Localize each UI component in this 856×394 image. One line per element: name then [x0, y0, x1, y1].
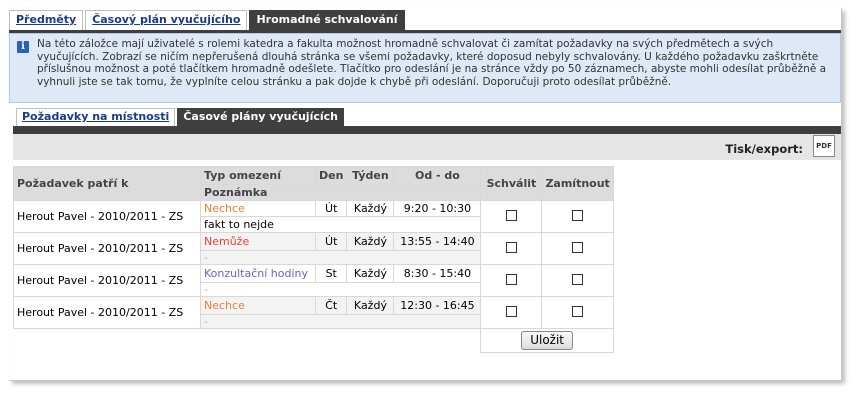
- submit-spacer: [13, 328, 482, 353]
- top-tabs: Předměty Časový plán vyučujícího Hromadn…: [9, 10, 407, 30]
- tab-pozadavky-mistnosti[interactable]: Požadavky na místnosti: [16, 108, 176, 126]
- row-week: Každý: [346, 232, 395, 251]
- reject-cell: [541, 296, 614, 329]
- info-box: i Na této záložce mají uživatelé s rolem…: [9, 33, 841, 103]
- row-time: 8:30 - 15:40: [393, 264, 482, 283]
- row-time: 13:55 - 14:40: [393, 232, 482, 251]
- tab-predmety[interactable]: Předměty: [9, 10, 84, 30]
- requests-table: Požadavek patří k Typ omezení Den Týden …: [13, 166, 614, 353]
- row-week: Každý: [346, 200, 395, 217]
- header-week: Týden: [346, 166, 395, 185]
- row-note: -: [199, 282, 482, 297]
- row-owner: Herout Pavel - 2010/2011 - ZS: [13, 200, 201, 233]
- reject-checkbox[interactable]: [572, 273, 584, 285]
- reject-checkbox[interactable]: [572, 305, 584, 317]
- row-type: Konzultační hodiny: [200, 264, 316, 283]
- header-row: Požadavek patří k Typ omezení Den Týden …: [13, 166, 614, 201]
- row-owner: Herout Pavel - 2010/2011 - ZS: [13, 264, 201, 297]
- table-row: Herout Pavel - 2010/2011 - ZS Nemůže Út …: [13, 232, 614, 265]
- row-day: St: [314, 264, 348, 283]
- reject-cell: [541, 232, 614, 265]
- row-type: Nemůže: [200, 232, 316, 251]
- export-bar: Tisk/export: PDF: [13, 134, 841, 160]
- row-time: 12:30 - 16:45: [393, 296, 482, 315]
- row-note: -: [199, 314, 482, 329]
- info-icon: i: [17, 41, 29, 53]
- reject-cell: [541, 200, 614, 233]
- row-day: Út: [314, 232, 348, 251]
- pdf-icon[interactable]: PDF: [813, 135, 835, 157]
- reject-checkbox[interactable]: [572, 241, 584, 253]
- approve-cell: [480, 264, 543, 297]
- approve-cell: [480, 200, 543, 233]
- table-row: Herout Pavel - 2010/2011 - ZS Nechce Út …: [13, 200, 614, 233]
- submit-cell: Uložit: [480, 328, 614, 353]
- header-type: Typ omezení: [200, 166, 316, 185]
- header-approve: Schválit: [480, 166, 543, 201]
- header-owner: Požadavek patří k: [13, 166, 201, 201]
- row-day: Čt: [314, 296, 348, 315]
- approve-checkbox[interactable]: [505, 209, 517, 221]
- row-owner: Herout Pavel - 2010/2011 - ZS: [13, 232, 201, 265]
- row-note: fakt to nejde: [199, 216, 482, 233]
- header-time: Od - do: [393, 166, 482, 185]
- row-note: -: [199, 250, 482, 265]
- main-frame: Předměty Časový plán vyučujícího Hromadn…: [9, 8, 842, 381]
- header-reject: Zamítnout: [541, 166, 614, 201]
- reject-cell: [541, 264, 614, 297]
- row-time: 9:20 - 10:30: [393, 200, 482, 217]
- submit-row: Uložit: [13, 328, 614, 353]
- approve-checkbox[interactable]: [505, 305, 517, 317]
- approve-checkbox[interactable]: [505, 273, 517, 285]
- tab-casovy-plan[interactable]: Časový plán vyučujícího: [85, 10, 248, 30]
- row-owner: Herout Pavel - 2010/2011 - ZS: [13, 296, 201, 329]
- table-row: Herout Pavel - 2010/2011 - ZS Nechce Čt …: [13, 296, 614, 329]
- tab-hromadne-schvalovani[interactable]: Hromadné schvalování: [249, 10, 405, 30]
- header-note: Poznámka: [199, 184, 482, 201]
- row-week: Každý: [346, 264, 395, 283]
- row-type: Nechce: [200, 296, 316, 315]
- approve-cell: [480, 296, 543, 329]
- sub-tabs: Požadavky na místnosti Časové plány vyuč…: [16, 108, 346, 126]
- header-day: Den: [314, 166, 348, 185]
- row-day: Út: [314, 200, 348, 217]
- approve-checkbox[interactable]: [505, 241, 517, 253]
- table-row: Herout Pavel - 2010/2011 - ZS Konzultačn…: [13, 264, 614, 297]
- row-type: Nechce: [200, 200, 316, 217]
- tab-casove-plany[interactable]: Časové plány vyučujících: [177, 108, 344, 126]
- row-week: Každý: [346, 296, 395, 315]
- export-label: Tisk/export:: [725, 142, 803, 156]
- approve-cell: [480, 232, 543, 265]
- reject-checkbox[interactable]: [572, 209, 584, 221]
- info-text: Na této záložce mají uživatelé s rolemi …: [37, 38, 827, 88]
- subtab-bar: [13, 126, 841, 134]
- save-button[interactable]: Uložit: [521, 331, 574, 350]
